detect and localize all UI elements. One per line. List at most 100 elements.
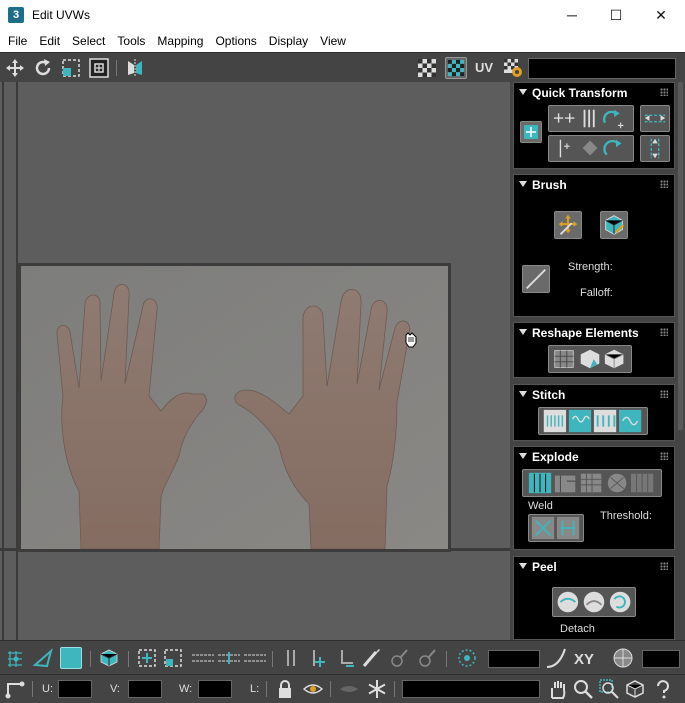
zoom-extents-icon[interactable]	[624, 678, 646, 700]
mirror-icon[interactable]	[124, 57, 146, 79]
falloff-curve-icon[interactable]	[545, 647, 567, 669]
toolbar-separator	[330, 681, 331, 697]
rollout-title[interactable]: Reshape Elements	[532, 326, 639, 340]
move-icon[interactable]	[4, 57, 26, 79]
collapse-icon[interactable]	[519, 181, 527, 187]
paint-move-button[interactable]	[554, 211, 582, 239]
set-pivot-button[interactable]	[520, 121, 542, 143]
selection-set-field[interactable]	[402, 680, 540, 698]
soft-selection-icon[interactable]	[456, 647, 478, 669]
menu-file[interactable]: File	[2, 30, 33, 52]
stitch-buttons[interactable]	[538, 407, 648, 435]
maximize-button[interactable]: ☐	[593, 0, 639, 30]
paint-select-icon[interactable]	[360, 647, 382, 669]
help-icon[interactable]	[652, 678, 674, 700]
space-horizontal-icon	[644, 114, 666, 123]
edge-select-icon[interactable]	[32, 647, 54, 669]
grip-icon[interactable]	[660, 390, 668, 398]
align-buttons-row1[interactable]	[548, 105, 634, 132]
paint-shrink-icon[interactable]	[416, 647, 438, 669]
pan-icon[interactable]	[546, 678, 568, 700]
select-parallel-icon[interactable]	[280, 647, 302, 669]
coordinate-system-icon[interactable]	[612, 647, 634, 669]
settings-checker-icon[interactable]	[502, 57, 524, 79]
rollout-title[interactable]: Quick Transform	[532, 86, 627, 100]
rollout-title[interactable]: Brush	[532, 178, 567, 192]
uv-label[interactable]: UV	[475, 60, 493, 75]
rollout-title[interactable]: Explode	[532, 450, 579, 464]
paint-grow-icon[interactable]	[388, 647, 410, 669]
checker-pattern-icon[interactable]	[416, 57, 438, 79]
u-field[interactable]	[58, 680, 92, 698]
hide-icon[interactable]	[302, 678, 324, 700]
eye-icon[interactable]	[338, 678, 360, 700]
loop-ring-icons[interactable]	[190, 647, 268, 669]
peel-buttons[interactable]	[552, 587, 636, 617]
explode-buttons[interactable]	[522, 469, 662, 497]
strength-label: Strength:	[568, 261, 613, 273]
zoom-region-icon[interactable]	[598, 678, 620, 700]
menu-display[interactable]: Display	[263, 30, 314, 52]
brush-falloff-button[interactable]	[522, 265, 550, 293]
grip-icon[interactable]	[660, 452, 668, 460]
grip-icon[interactable]	[660, 328, 668, 336]
relax-brush-button[interactable]	[600, 211, 628, 239]
shrink-selection-icon[interactable]	[162, 647, 184, 669]
close-button[interactable]: ✕	[638, 0, 684, 30]
grip-icon[interactable]	[660, 562, 668, 570]
minimize-button[interactable]: ─	[549, 0, 595, 30]
pivot-icon	[524, 125, 538, 139]
weld-buttons[interactable]	[528, 514, 584, 542]
collapse-icon[interactable]	[519, 453, 527, 459]
space-horizontal-button[interactable]	[640, 105, 670, 132]
menu-select[interactable]: Select	[66, 30, 111, 52]
reshape-buttons[interactable]	[548, 345, 632, 373]
w-label: W:	[179, 683, 193, 695]
texture-dropdown[interactable]	[642, 650, 680, 668]
map-dropdown[interactable]	[528, 58, 676, 79]
soft-selection-value[interactable]	[488, 650, 540, 668]
align-buttons-row2[interactable]	[548, 135, 634, 162]
collapse-icon[interactable]	[519, 563, 527, 569]
threshold-label: Threshold:	[600, 510, 652, 522]
freeze-icon[interactable]	[366, 678, 388, 700]
point-to-point-icon[interactable]	[306, 647, 328, 669]
menu-mapping[interactable]: Mapping	[151, 30, 209, 52]
lock-icon[interactable]	[274, 678, 296, 700]
absolute-relative-icon[interactable]	[4, 678, 26, 700]
freeform-icon[interactable]	[88, 57, 110, 79]
grip-icon[interactable]	[660, 88, 668, 96]
menu-edit[interactable]: Edit	[33, 30, 66, 52]
rotate-icon[interactable]	[32, 57, 54, 79]
collapse-icon[interactable]	[519, 329, 527, 335]
falloff-line-icon	[526, 269, 546, 289]
rollout-stitch: Stitch	[513, 384, 675, 441]
grow-selection-icon[interactable]	[136, 647, 158, 669]
v-field[interactable]	[128, 680, 162, 698]
edge-loop-icon[interactable]	[334, 647, 356, 669]
menu-tools[interactable]: Tools	[111, 30, 151, 52]
element-select-icon[interactable]	[98, 647, 120, 669]
xy-label[interactable]: XY	[574, 651, 594, 668]
panel-scrollbar[interactable]	[678, 82, 683, 430]
title-bar: 3 Edit UVWs ─ ☐ ✕	[0, 0, 685, 30]
w-field[interactable]	[198, 680, 232, 698]
space-vertical-button[interactable]	[640, 135, 670, 162]
align-row1-icon	[553, 109, 624, 129]
collapse-icon[interactable]	[519, 391, 527, 397]
scale-icon[interactable]	[60, 57, 82, 79]
rollout-title[interactable]: Peel	[532, 560, 557, 574]
rollout-title[interactable]: Stitch	[532, 388, 565, 402]
uv-viewport[interactable]	[0, 82, 510, 640]
zoom-icon[interactable]	[572, 678, 594, 700]
collapse-icon[interactable]	[519, 89, 527, 95]
vertex-select-icon[interactable]	[4, 647, 26, 669]
menu-view[interactable]: View	[314, 30, 352, 52]
l-label: L:	[250, 683, 260, 695]
menu-options[interactable]: Options	[209, 30, 262, 52]
texture-toggle-button[interactable]	[445, 57, 467, 79]
rollout-explode: Explode Weld Threshold:	[513, 446, 675, 550]
toolbar-separator	[128, 651, 129, 667]
grip-icon[interactable]	[660, 180, 668, 188]
face-select-button[interactable]	[60, 647, 82, 669]
